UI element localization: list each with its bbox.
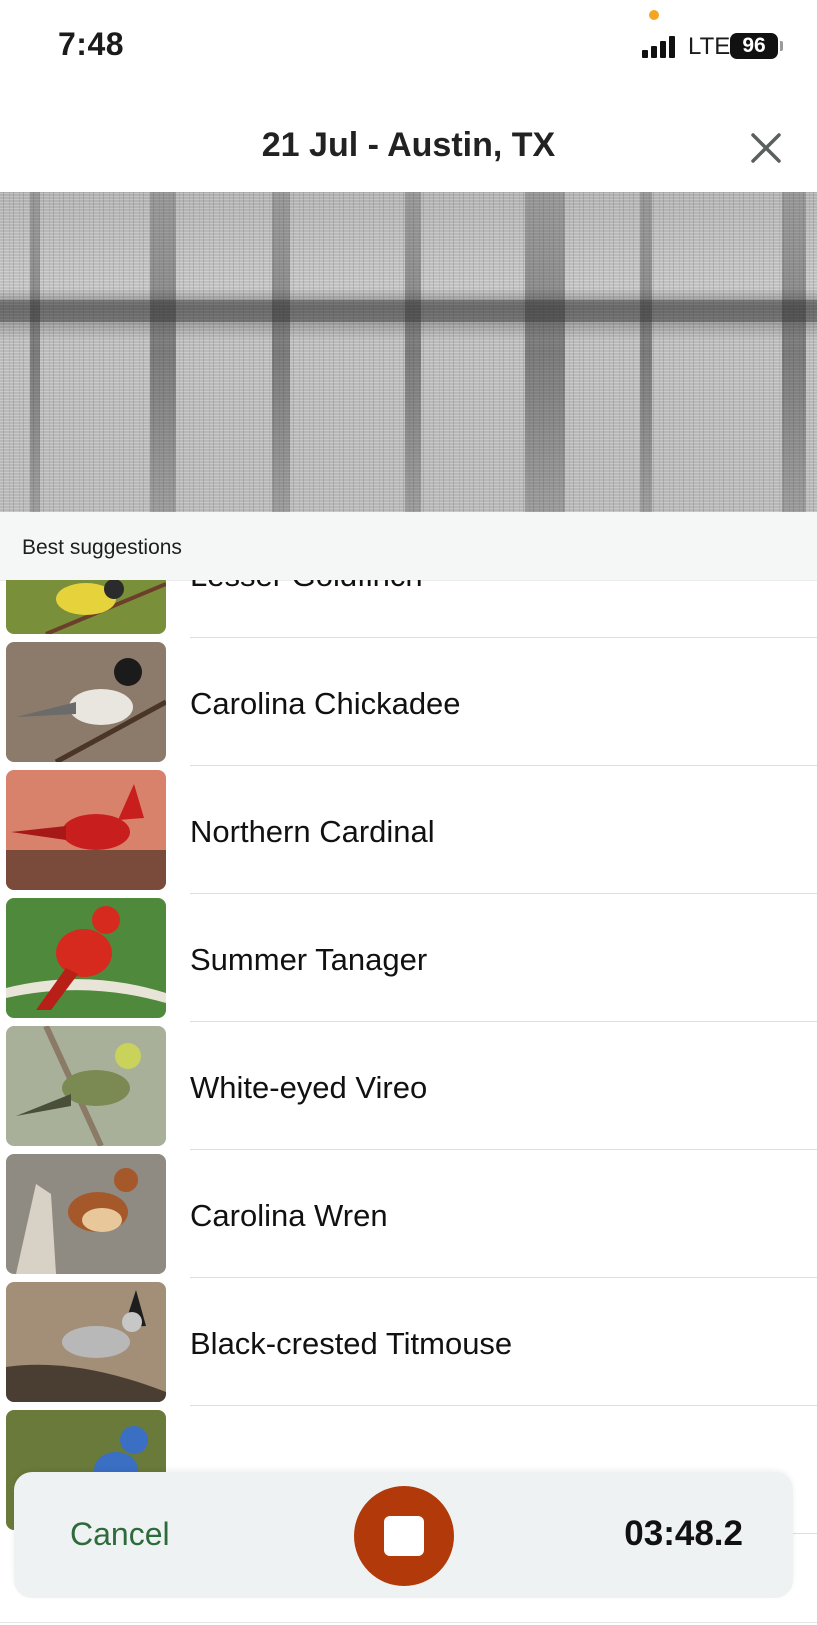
list-item[interactable]: Carolina Wren <box>0 1150 817 1278</box>
bird-photo <box>6 898 166 1018</box>
close-button[interactable] <box>748 130 784 166</box>
status-time: 7:48 <box>58 26 125 62</box>
list-item[interactable]: Black-crested Titmouse <box>0 1278 817 1406</box>
bird-photo-graphic <box>6 898 166 1018</box>
list-item[interactable]: White-eyed Vireo <box>0 1022 817 1150</box>
stop-icon <box>384 1516 424 1556</box>
bird-photo-graphic <box>6 770 166 890</box>
close-icon <box>751 133 781 163</box>
species-name: Black-crested Titmouse <box>190 1326 513 1361</box>
recording-timer: 03:48.2 <box>624 1514 743 1553</box>
list-item[interactable]: Northern Cardinal <box>0 766 817 894</box>
spectrogram-column <box>272 192 290 512</box>
species-name: Carolina Wren <box>190 1198 388 1233</box>
species-name: Summer Tanager <box>190 942 428 977</box>
cancel-button[interactable]: Cancel <box>70 1516 170 1553</box>
bird-photo-graphic <box>6 580 166 634</box>
bird-photo-graphic <box>6 1154 166 1274</box>
section-header: Best suggestions <box>0 512 817 581</box>
bird-photo <box>6 1282 166 1402</box>
stop-button[interactable] <box>354 1486 454 1586</box>
privacy-indicator-dot <box>649 10 659 20</box>
spectrogram-column <box>525 192 565 512</box>
page-title: 21 Jul - Austin, TX <box>261 126 556 164</box>
bird-photo-graphic <box>6 1026 166 1146</box>
spectrogram-column <box>405 192 421 512</box>
bird-photo <box>6 1026 166 1146</box>
list-item[interactable]: Summer Tanager <box>0 894 817 1022</box>
bird-photo <box>6 580 166 634</box>
species-name: White-eyed Vireo <box>190 1070 428 1105</box>
status-bar: 7:48 LTE 96 <box>0 0 817 96</box>
bottom-divider <box>0 1622 817 1623</box>
species-name: Lesser Goldfinch <box>190 580 423 594</box>
spectrogram-column <box>30 192 40 512</box>
spectrogram-column <box>150 192 176 512</box>
bird-photo <box>6 642 166 762</box>
header: 21 Jul - Austin, TX <box>0 96 817 192</box>
network-type: LTE <box>688 33 731 60</box>
bird-photo-graphic <box>6 1282 166 1402</box>
battery-icon: 96 <box>730 33 778 59</box>
spectrogram-column <box>640 192 652 512</box>
spectrogram-column <box>782 192 806 512</box>
species-name: Northern Cardinal <box>190 814 435 849</box>
suggestion-list[interactable]: Lesser Goldfinch Carolina Chickadee <box>0 580 817 1580</box>
signal-strength-icon <box>642 36 682 58</box>
species-name: Carolina Chickadee <box>190 686 461 721</box>
battery-tip <box>780 41 783 51</box>
recording-control-bar: Cancel 03:48.2 <box>14 1472 793 1598</box>
section-title: Best suggestions <box>22 536 182 559</box>
list-item[interactable]: Lesser Goldfinch <box>0 580 817 638</box>
spectrogram[interactable] <box>0 192 817 512</box>
list-item[interactable]: Carolina Chickadee <box>0 638 817 766</box>
bird-photo <box>6 1154 166 1274</box>
bird-photo <box>6 770 166 890</box>
bird-photo-graphic <box>6 642 166 762</box>
